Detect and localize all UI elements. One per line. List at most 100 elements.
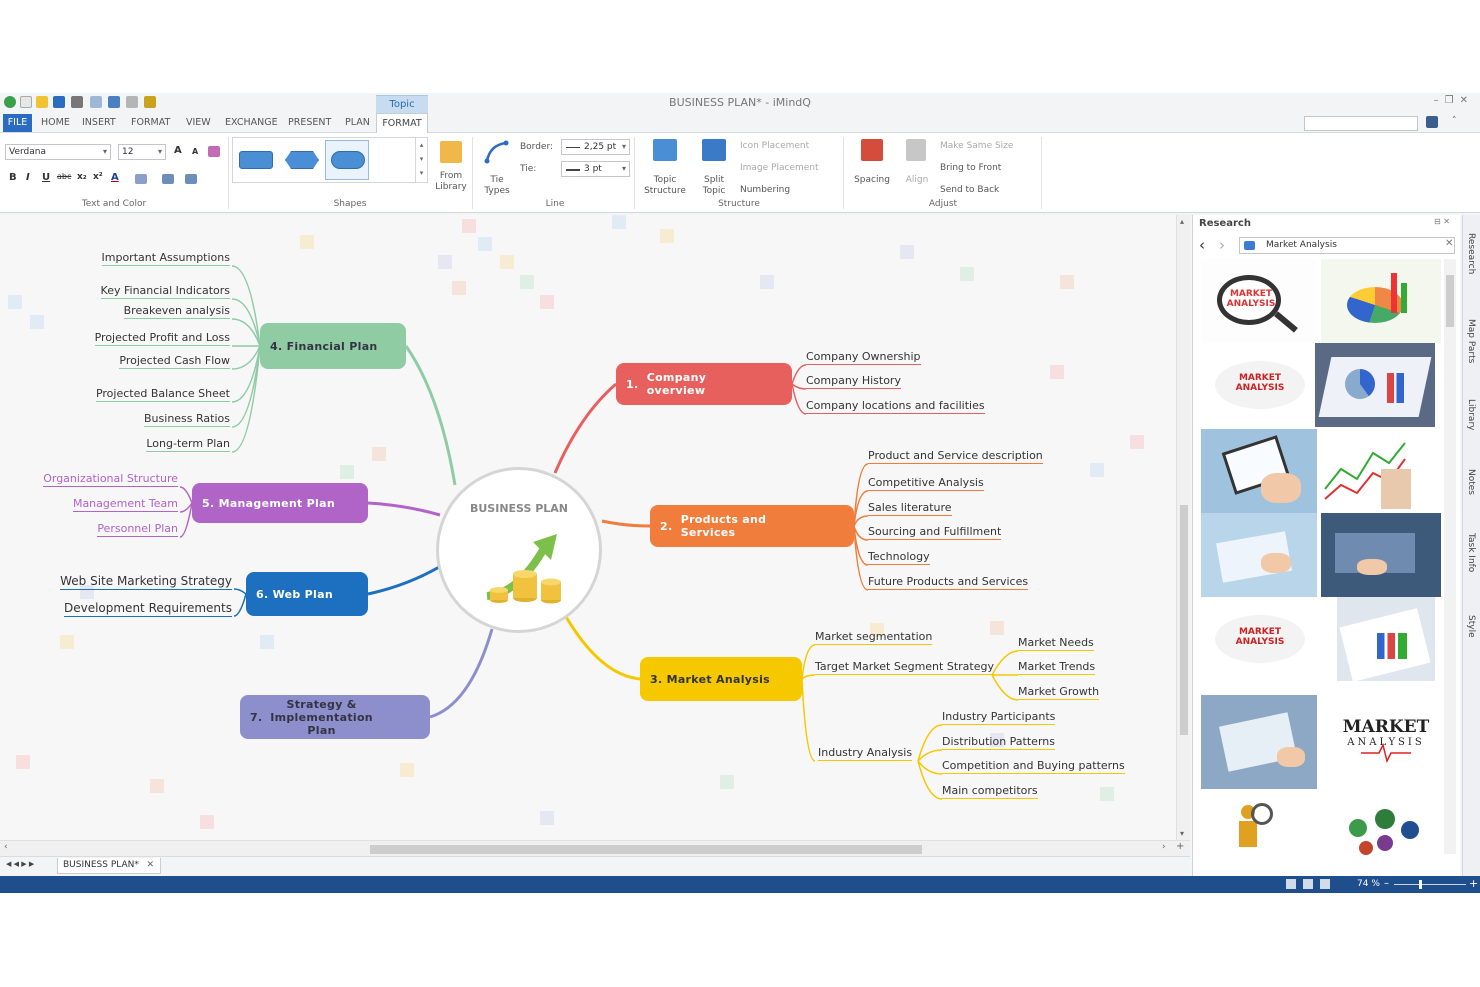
- align-text-icon[interactable]: [185, 174, 197, 184]
- collapse-ribbon-icon[interactable]: ˄: [1452, 116, 1457, 126]
- subtopic-products[interactable]: Sales literature: [868, 501, 952, 516]
- zoom-slider-thumb[interactable]: [1419, 880, 1422, 889]
- subtopic-products[interactable]: Competitive Analysis: [868, 476, 984, 491]
- side-tab-research[interactable]: Research: [1466, 233, 1476, 274]
- vertical-scroll-thumb[interactable]: [1180, 505, 1188, 735]
- bold-button[interactable]: B: [9, 172, 17, 183]
- subtopic-management[interactable]: Organizational Structure: [43, 472, 178, 487]
- binoculars-icon[interactable]: [1426, 116, 1438, 128]
- highlight-icon[interactable]: [135, 174, 147, 184]
- subtopic-target-market[interactable]: Market Trends: [1018, 660, 1096, 675]
- subtopic-industry[interactable]: Competition and Buying patterns: [942, 759, 1125, 774]
- view-fit-icon[interactable]: [1320, 879, 1330, 889]
- topic-market-analysis[interactable]: 3. Market Analysis: [640, 657, 802, 701]
- sheet-tab-business-plan[interactable]: BUSINESS PLAN* ✕: [57, 858, 161, 874]
- subtopic-financial[interactable]: Projected Balance Sheet: [95, 387, 230, 402]
- subtopic-target-market[interactable]: Market Needs: [1018, 636, 1094, 651]
- restore-icon[interactable]: ❐: [1445, 95, 1460, 106]
- subtopic-web[interactable]: Web Site Marketing Strategy: [60, 574, 232, 590]
- research-result-image[interactable]: MARKET ANALYSIS: [1201, 343, 1317, 427]
- subtopic-products[interactable]: Technology: [868, 550, 930, 565]
- shapes-gallery[interactable]: ▴ ▾ ▾: [232, 137, 428, 183]
- sheet-nav-icon[interactable]: ◀ ◀ ▶ ▶: [6, 860, 34, 868]
- subtopic-management[interactable]: Management Team: [72, 497, 178, 512]
- research-result-image[interactable]: MARKET ANALYSIS: [1201, 597, 1317, 681]
- research-result-image[interactable]: [1201, 795, 1317, 855]
- research-result-image[interactable]: [1337, 597, 1435, 681]
- research-result-image[interactable]: MARKET ANALYSIS: [1201, 259, 1317, 343]
- spacing-button[interactable]: Spacing: [850, 175, 894, 186]
- research-scrollbar[interactable]: [1444, 259, 1456, 854]
- research-result-image[interactable]: [1201, 695, 1317, 789]
- menu-topic-format[interactable]: FORMAT: [376, 113, 428, 133]
- topic-structure-button[interactable]: Topic Structure: [641, 175, 689, 197]
- mindmap-canvas[interactable]: BUSINESS PLAN 1. Company overview 2. Pro…: [0, 215, 1176, 840]
- research-result-image[interactable]: [1201, 429, 1317, 513]
- clear-search-icon[interactable]: ✕: [1445, 238, 1453, 249]
- close-icon[interactable]: ✕: [1460, 95, 1474, 106]
- font-color-button[interactable]: A: [111, 172, 119, 183]
- menu-plan[interactable]: PLAN: [345, 117, 370, 128]
- side-tab-task-info[interactable]: Task Info: [1466, 533, 1476, 572]
- view-normal-icon[interactable]: [1286, 879, 1296, 889]
- add-sheet-icon[interactable]: +: [1176, 841, 1184, 852]
- from-library-button[interactable]: From Library: [432, 171, 470, 193]
- minimize-icon[interactable]: –: [1434, 95, 1445, 106]
- panel-pin-close-icon[interactable]: ⊟ ✕: [1434, 217, 1450, 226]
- subtopic-management[interactable]: Personnel Plan: [97, 522, 178, 537]
- topic-financial-plan[interactable]: 4. Financial Plan: [260, 323, 406, 369]
- subtopic-company[interactable]: Company locations and facilities: [806, 399, 985, 414]
- subtopic-market[interactable]: Industry Analysis: [818, 746, 913, 761]
- topic-products-services[interactable]: 2. Products and Services: [650, 505, 854, 547]
- tie-types-button[interactable]: Tie Types: [478, 175, 516, 197]
- subtopic-financial[interactable]: Projected Cash Flow: [119, 354, 230, 369]
- close-tab-icon[interactable]: ✕: [146, 858, 154, 873]
- align-button[interactable]: Align: [900, 175, 934, 186]
- research-result-image[interactable]: [1321, 259, 1441, 343]
- subtopic-financial[interactable]: Key Financial Indicators: [100, 284, 230, 299]
- subtopic-market[interactable]: Market segmentation: [815, 630, 933, 645]
- send-to-back-button[interactable]: Send to Back: [940, 185, 999, 195]
- vertical-scrollbar[interactable]: ▴ ▾: [1176, 215, 1190, 840]
- menu-view[interactable]: VIEW: [186, 117, 211, 128]
- make-same-size-button[interactable]: Make Same Size: [940, 141, 1013, 151]
- subtopic-industry[interactable]: Distribution Patterns: [942, 735, 1055, 750]
- menu-file[interactable]: FILE: [3, 114, 32, 132]
- zoom-in-icon[interactable]: +: [1469, 877, 1478, 890]
- bring-to-front-button[interactable]: Bring to Front: [940, 163, 1001, 173]
- underline-button[interactable]: U: [42, 172, 50, 183]
- zoom-out-icon[interactable]: –: [1384, 878, 1389, 889]
- horizontal-scroll-thumb[interactable]: [370, 845, 922, 854]
- shape-rectangle[interactable]: [239, 151, 273, 169]
- side-tab-map-parts[interactable]: Map Parts: [1466, 319, 1476, 363]
- menu-format[interactable]: FORMAT: [131, 117, 170, 128]
- split-topic-button[interactable]: Split Topic: [696, 175, 732, 197]
- subtopic-financial[interactable]: Long-term Plan: [146, 437, 230, 452]
- subtopic-market[interactable]: Target Market Segment Strategy: [815, 660, 994, 675]
- menu-exchange[interactable]: EXCHANGE: [225, 117, 278, 128]
- shape-hexagon[interactable]: [285, 151, 319, 169]
- numbering-button[interactable]: Numbering: [740, 185, 790, 195]
- topic-company-overview[interactable]: 1. Company overview: [616, 363, 792, 405]
- back-icon[interactable]: ‹: [1199, 236, 1205, 254]
- subtopic-products[interactable]: Sourcing and Fulfillment: [868, 525, 1002, 540]
- research-result-image[interactable]: [1201, 513, 1317, 597]
- scroll-down-icon[interactable]: ▾: [1180, 829, 1184, 838]
- clear-format-icon[interactable]: [208, 146, 220, 157]
- topic-strategy-implementation[interactable]: 7. Strategy & Implementation Plan: [240, 695, 430, 739]
- subscript-button[interactable]: x₂: [77, 172, 87, 182]
- subtopic-target-market[interactable]: Market Growth: [1018, 685, 1100, 700]
- zoom-slider[interactable]: [1394, 884, 1466, 885]
- research-scroll-thumb[interactable]: [1446, 275, 1454, 327]
- subtopic-company[interactable]: Company History: [806, 374, 901, 389]
- horizontal-scrollbar[interactable]: ‹ › +: [0, 840, 1190, 856]
- research-result-image[interactable]: [1315, 343, 1435, 427]
- icon-placement-button[interactable]: Icon Placement: [740, 141, 809, 151]
- topic-management-plan[interactable]: 5. Management Plan: [192, 483, 368, 523]
- subtopic-web[interactable]: Development Requirements: [63, 601, 232, 617]
- forward-icon[interactable]: ›: [1219, 236, 1225, 254]
- side-tab-library[interactable]: Library: [1466, 399, 1476, 430]
- research-result-image[interactable]: MARKET ANALYSIS: [1337, 695, 1435, 789]
- help-search-input[interactable]: [1304, 116, 1418, 131]
- subtopic-products[interactable]: Product and Service description: [868, 449, 1043, 464]
